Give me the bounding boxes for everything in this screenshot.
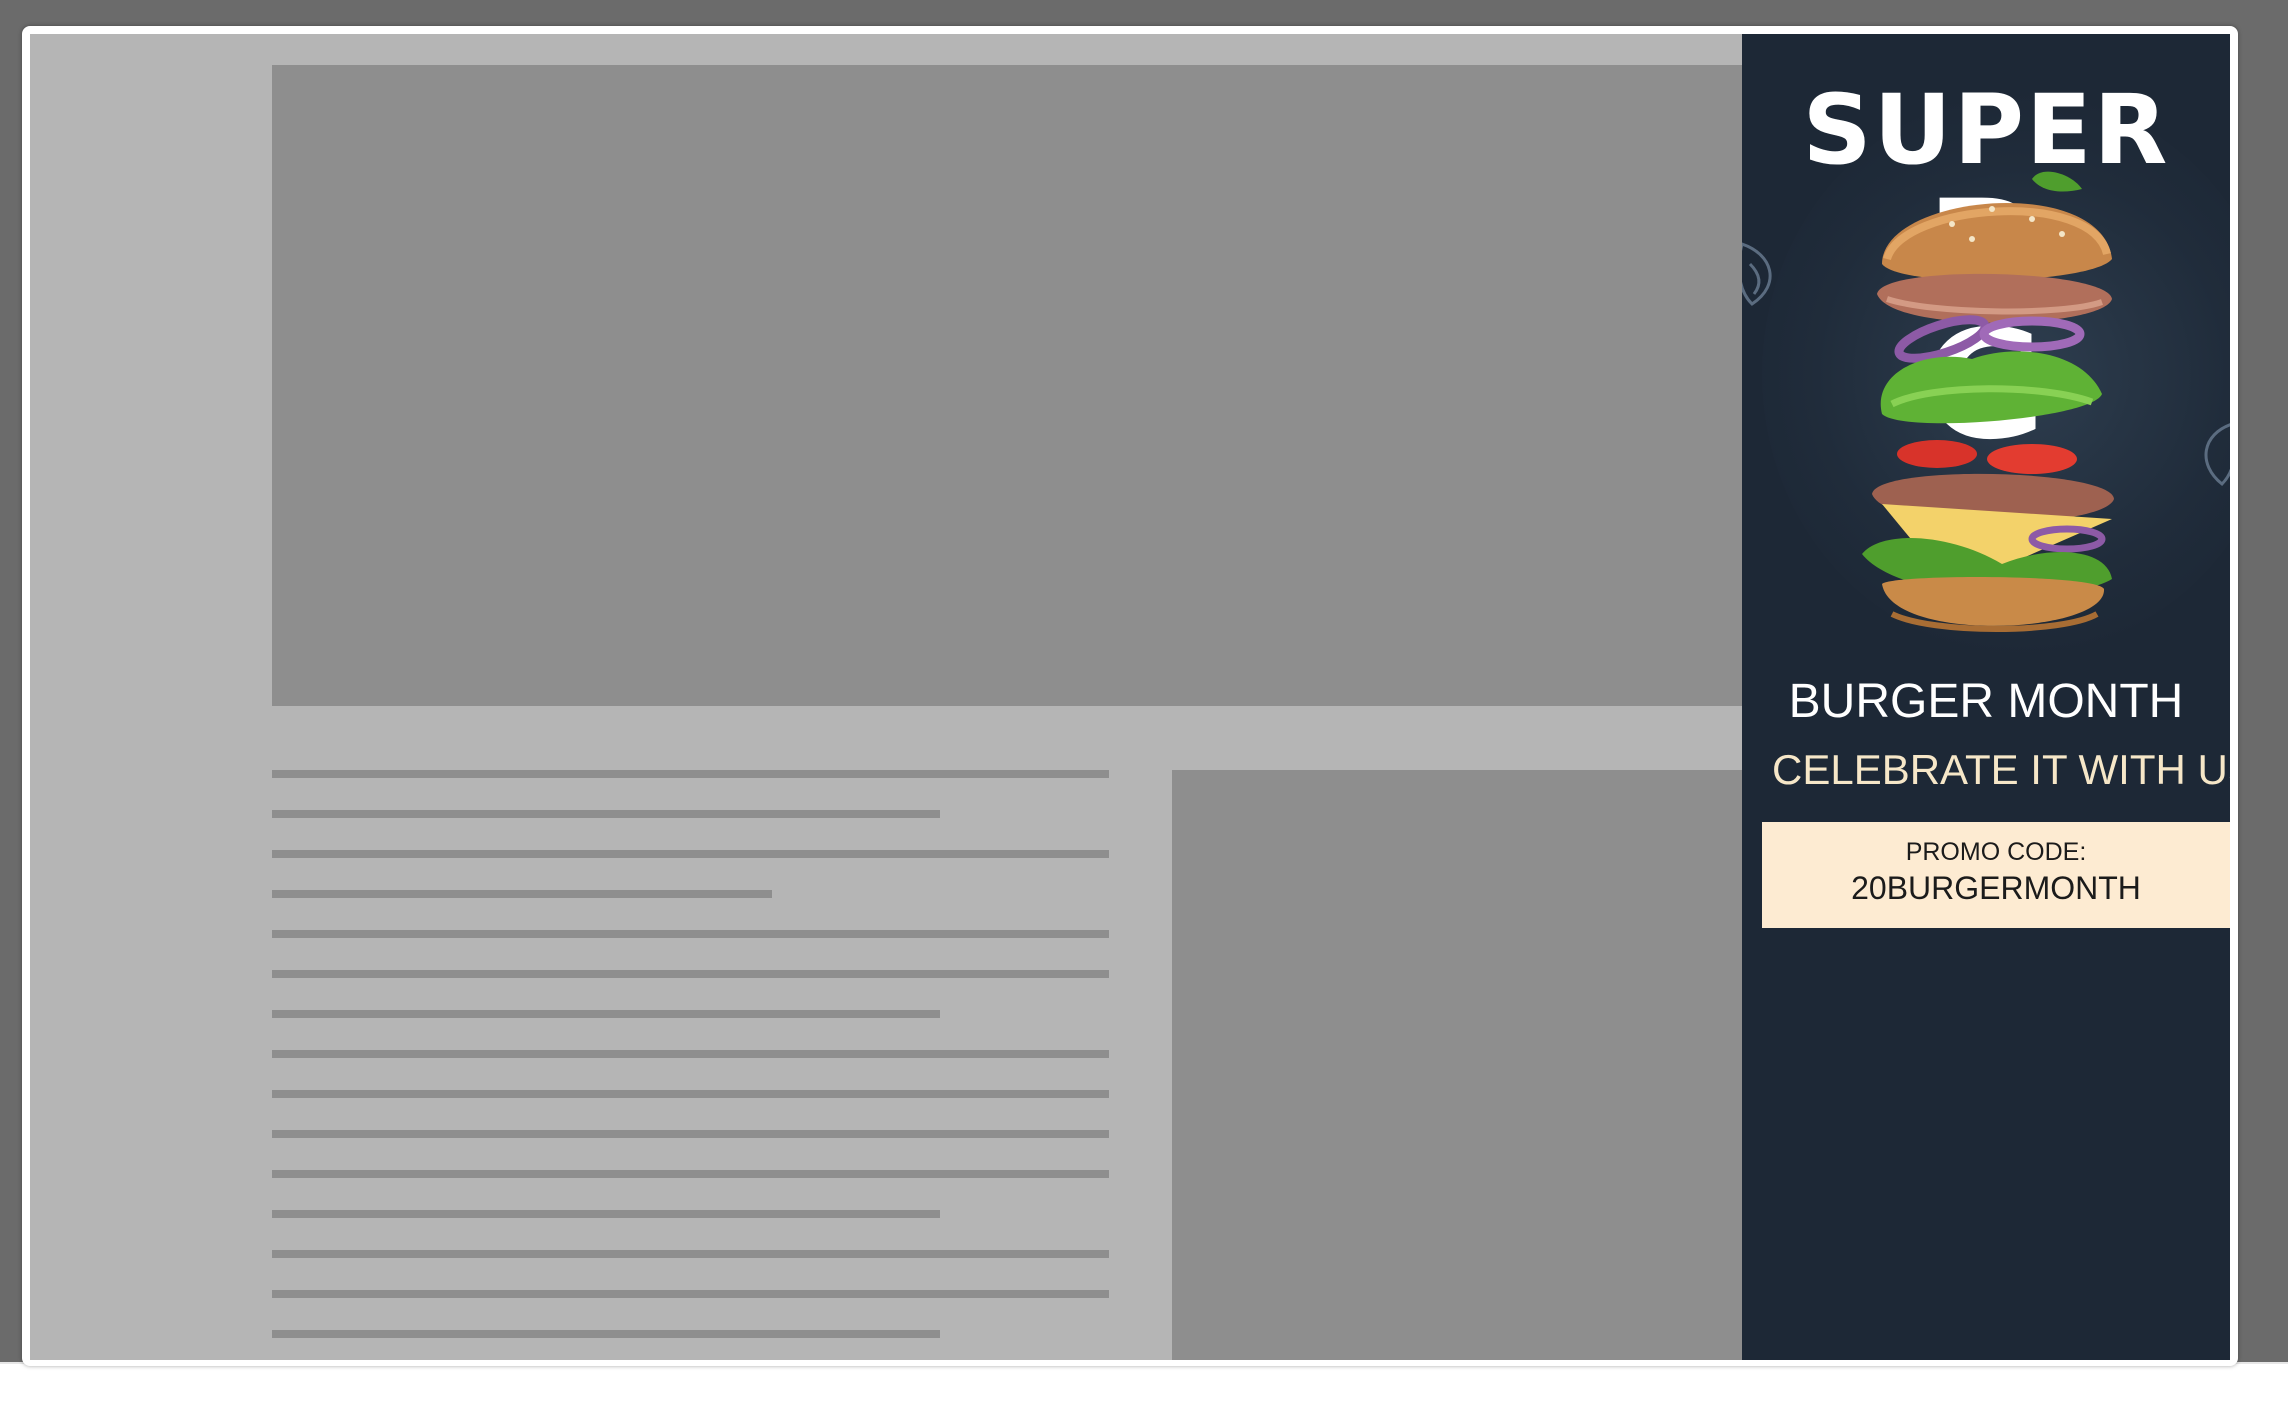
text-line-placeholder bbox=[272, 1330, 940, 1338]
text-line-placeholder bbox=[272, 1290, 1109, 1298]
promo-code-label: PROMO CODE: bbox=[1905, 838, 2087, 866]
ad-heading: BURGER MONTH bbox=[1788, 675, 2184, 728]
text-line-placeholder bbox=[272, 890, 772, 898]
burger-image bbox=[1862, 171, 2114, 632]
text-line-placeholder bbox=[272, 1050, 1109, 1058]
text-line-placeholder bbox=[272, 1090, 1109, 1098]
ad-subheading: CELEBRATE IT WITH US bbox=[1772, 746, 2230, 793]
promo-code-box[interactable]: PROMO CODE: 20BURGERMONTH bbox=[1762, 822, 2230, 928]
text-line-placeholder bbox=[272, 1010, 940, 1018]
text-line-placeholder bbox=[272, 810, 940, 818]
text-line-placeholder bbox=[272, 1210, 940, 1218]
text-line-placeholder bbox=[272, 930, 1109, 938]
side-image-placeholder bbox=[1172, 770, 1792, 1360]
hero-image-placeholder bbox=[272, 65, 1772, 706]
text-line-placeholder bbox=[272, 1170, 1109, 1178]
text-line-placeholder bbox=[272, 1250, 1109, 1258]
bottom-strip bbox=[0, 1362, 2288, 1412]
text-line-placeholder bbox=[272, 970, 1109, 978]
text-line-placeholder bbox=[272, 850, 1109, 858]
text-line-placeholder bbox=[272, 1130, 1109, 1138]
text-line-placeholder bbox=[272, 770, 1109, 778]
promo-code-value[interactable]: 20BURGERMONTH bbox=[1762, 870, 2230, 907]
burger-ad-banner[interactable]: SUPER B G BURGER MONTH CELEBR bbox=[1742, 34, 2230, 1360]
